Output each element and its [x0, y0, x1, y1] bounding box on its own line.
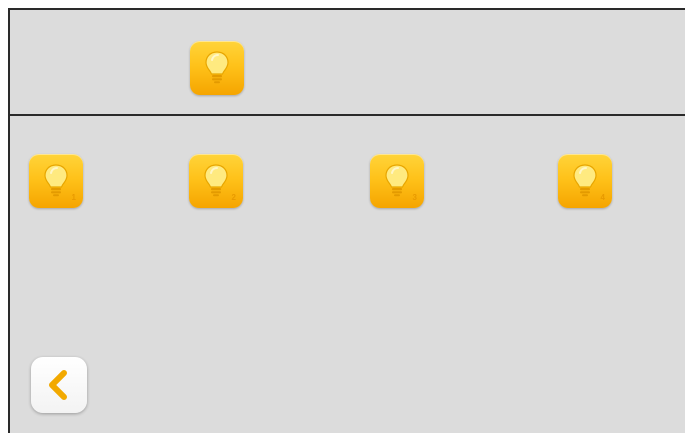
lightbulb-icon [205, 51, 229, 84]
section-divider [10, 114, 685, 116]
lightbulb-icon [44, 164, 68, 197]
control-panel: 1 2 3 4 [8, 8, 685, 433]
light-button-4[interactable]: 4 [558, 154, 612, 208]
light-number: 1 [71, 193, 76, 202]
chevron-left-icon [49, 370, 67, 400]
light-number: 3 [412, 193, 417, 202]
light-button-2[interactable]: 2 [189, 154, 243, 208]
light-button-3[interactable]: 3 [370, 154, 424, 208]
back-button[interactable] [31, 357, 87, 413]
light-number: 2 [231, 193, 236, 202]
lightbulb-icon [385, 164, 409, 197]
lightbulb-icon [204, 164, 228, 197]
light-button-1[interactable]: 1 [29, 154, 83, 208]
master-light-button[interactable] [190, 41, 244, 95]
lightbulb-icon [573, 164, 597, 197]
light-number: 4 [600, 193, 605, 202]
